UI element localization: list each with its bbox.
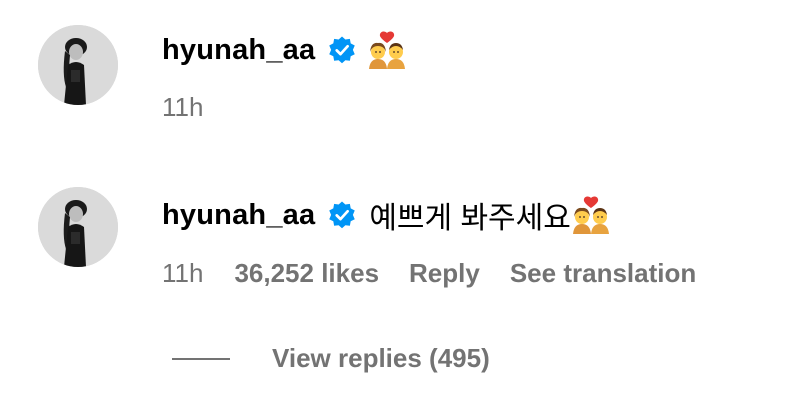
comment-meta: 11h 36,252 likes Reply See translation <box>162 258 696 289</box>
avatar[interactable] <box>38 25 118 105</box>
likes-count[interactable]: 36,252 likes <box>234 258 379 289</box>
avatar-photo <box>38 25 118 105</box>
comment-text: 예쁘게 봐주세요 <box>369 202 571 235</box>
username[interactable]: hyunah_aa <box>162 199 315 232</box>
couple-with-heart-icon <box>367 31 407 69</box>
see-translation-button[interactable]: See translation <box>510 258 696 289</box>
verified-badge-icon <box>327 200 357 230</box>
timestamp[interactable]: 11h <box>162 92 203 123</box>
avatar[interactable] <box>38 187 118 267</box>
comment-headline: hyunah_aa 예쁘게 봐주세요 <box>162 193 611 237</box>
username[interactable]: hyunah_aa <box>162 34 315 67</box>
view-replies-button[interactable]: View replies (495) <box>172 343 490 374</box>
verified-badge-icon <box>327 35 357 65</box>
comment-meta: 11h <box>162 92 203 123</box>
reply-button[interactable]: Reply <box>409 258 480 289</box>
replies-divider-line <box>172 357 230 360</box>
view-replies-label: View replies (495) <box>272 343 490 373</box>
couple-with-heart-icon <box>571 196 611 234</box>
timestamp[interactable]: 11h <box>162 258 203 289</box>
avatar-photo <box>38 187 118 267</box>
comment-headline: hyunah_aa <box>162 31 407 69</box>
